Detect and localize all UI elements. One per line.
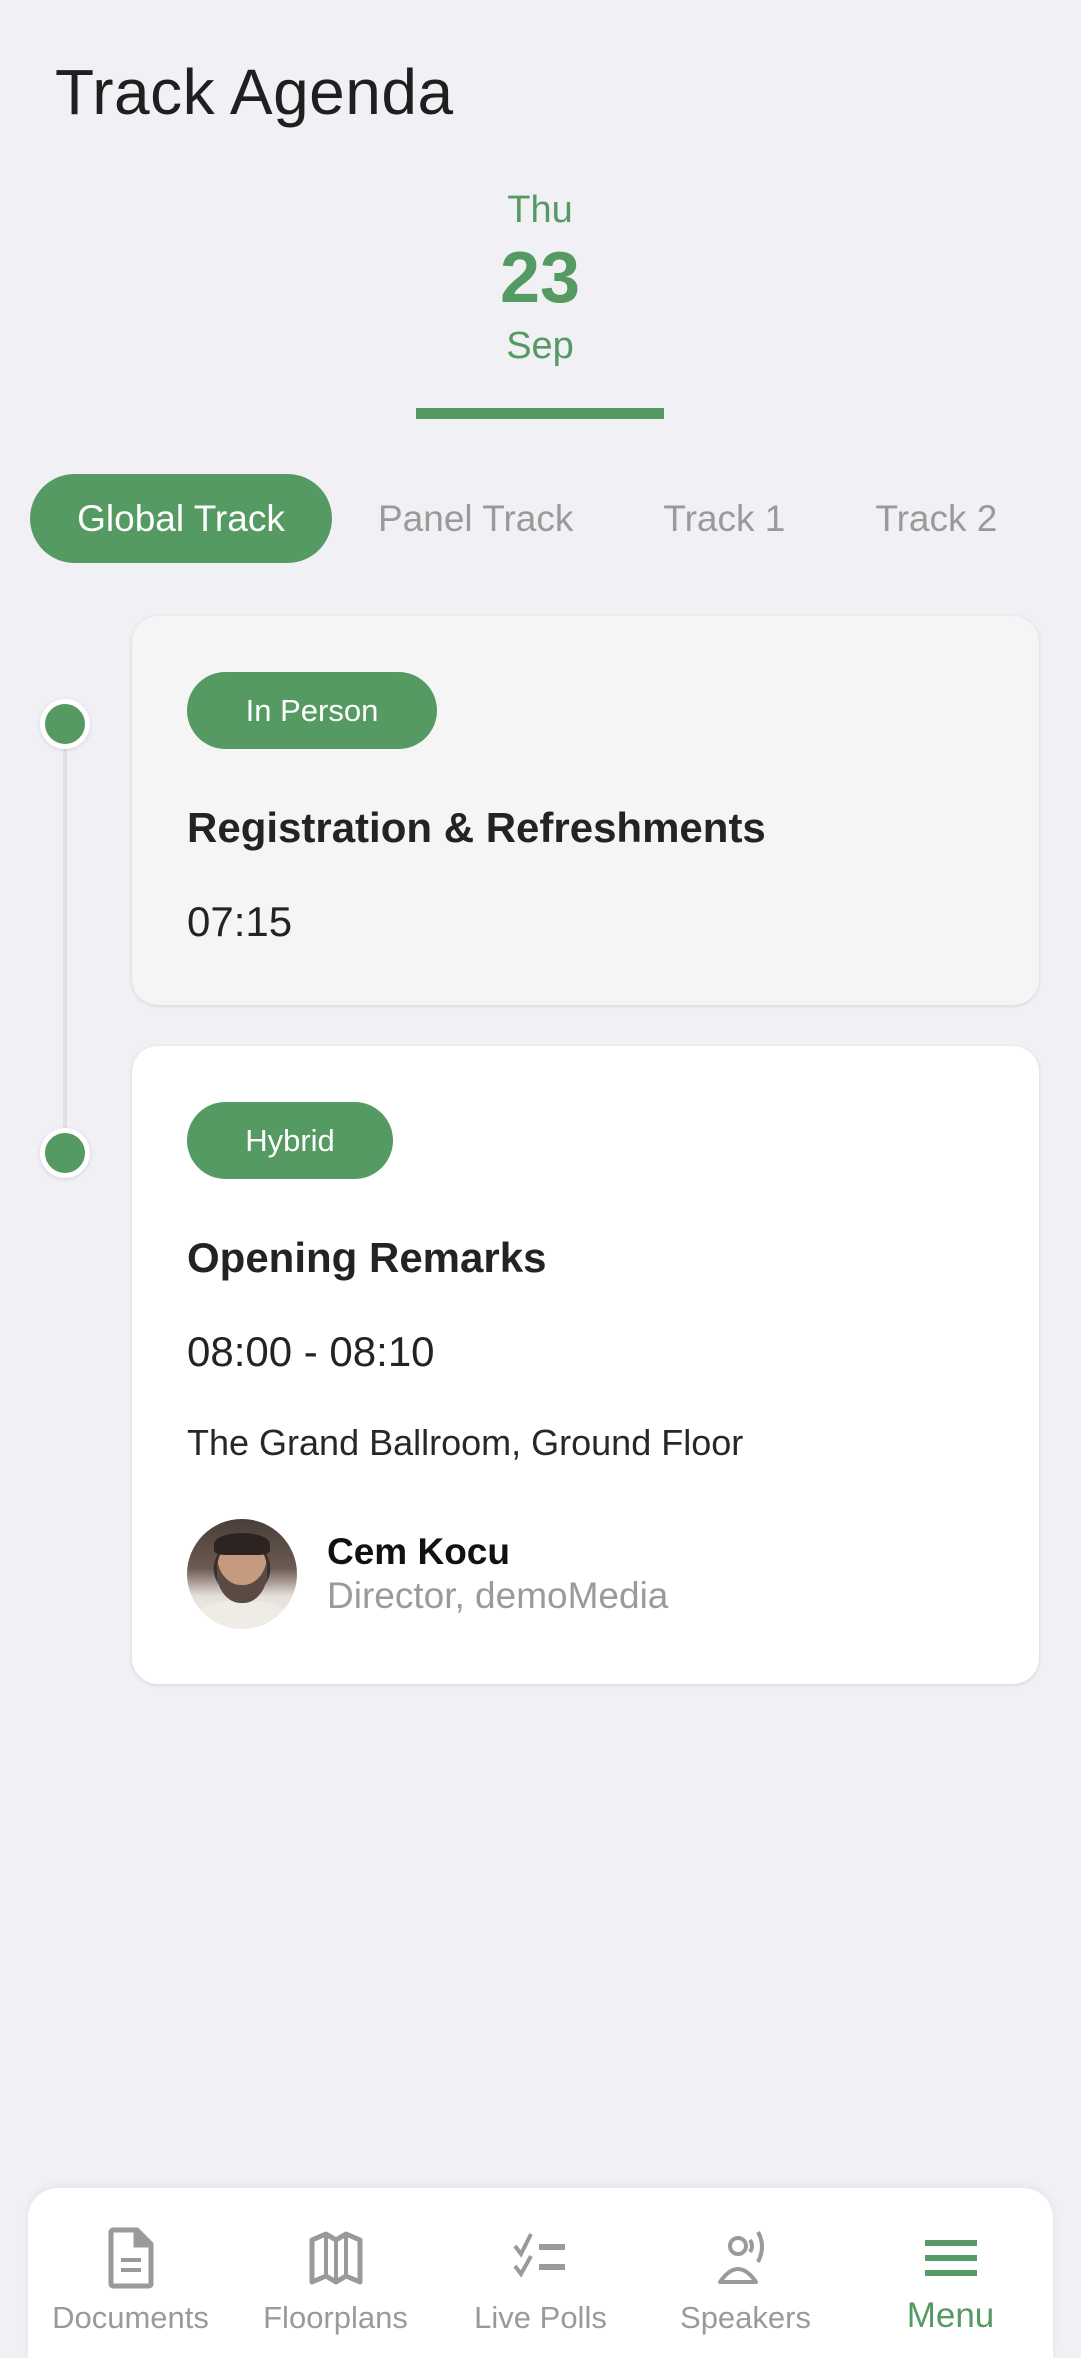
date-tab-selected[interactable]: Thu 23 Sep bbox=[416, 180, 664, 376]
session-format-badge: Hybrid bbox=[187, 1102, 393, 1179]
session-format-badge: In Person bbox=[187, 672, 437, 749]
nav-floorplans[interactable]: Floorplans bbox=[233, 2188, 438, 2358]
checklist-icon bbox=[512, 2233, 565, 2278]
nav-speakers[interactable]: Speakers bbox=[643, 2188, 848, 2358]
speaker-name: Cem Kocu bbox=[327, 1531, 510, 1572]
session-title: Opening Remarks bbox=[187, 1234, 547, 1281]
tab-panel-track[interactable]: Panel Track bbox=[332, 474, 617, 563]
tab-track-2[interactable]: Track 2 bbox=[829, 474, 1027, 563]
speaker-avatar bbox=[187, 1519, 297, 1629]
nav-label: Live Polls bbox=[474, 2300, 607, 2335]
nav-documents[interactable]: Documents bbox=[28, 2188, 233, 2358]
session-time: 08:00 - 08:10 bbox=[187, 1328, 435, 1375]
session-title: Registration & Refreshments bbox=[187, 804, 766, 851]
map-icon bbox=[309, 2231, 362, 2285]
speaker-role: Director, demoMedia bbox=[327, 1575, 669, 1616]
date-month: Sep bbox=[506, 325, 574, 367]
nav-label: Floorplans bbox=[263, 2300, 408, 2335]
nav-label: Menu bbox=[906, 2296, 995, 2335]
date-day-of-week: Thu bbox=[507, 189, 573, 231]
nav-label: Speakers bbox=[680, 2300, 811, 2335]
nav-menu[interactable]: Menu bbox=[848, 2188, 1053, 2358]
session-card[interactable]: In Person Registration & Refreshments 07… bbox=[132, 616, 1039, 1005]
speaker-icon bbox=[717, 2231, 764, 2284]
timeline-dot bbox=[40, 699, 90, 749]
hamburger-menu-icon bbox=[924, 2240, 977, 2276]
tab-track-1[interactable]: Track 1 bbox=[617, 474, 829, 563]
session-card[interactable]: Hybrid Opening Remarks 08:00 - 08:10 The… bbox=[132, 1046, 1039, 1684]
document-icon bbox=[108, 2227, 153, 2289]
nav-label: Documents bbox=[52, 2300, 209, 2335]
date-selected-indicator bbox=[416, 408, 664, 419]
bottom-navigation: Documents Floorplans Live Polls Speakers bbox=[28, 2188, 1053, 2358]
page-title: Track Agenda bbox=[55, 56, 454, 128]
nav-live-polls[interactable]: Live Polls bbox=[438, 2188, 643, 2358]
timeline-line bbox=[63, 725, 67, 1155]
session-time: 07:15 bbox=[187, 898, 293, 945]
session-location: The Grand Ballroom, Ground Floor bbox=[187, 1422, 744, 1463]
track-tabs: Global Track Panel Track Track 1 Track 2 bbox=[30, 474, 1027, 563]
timeline-dot bbox=[40, 1128, 90, 1178]
tab-global-track[interactable]: Global Track bbox=[30, 474, 332, 563]
speaker-item[interactable]: Cem Kocu Director, demoMedia bbox=[187, 1519, 668, 1629]
date-day-number: 23 bbox=[499, 238, 581, 318]
